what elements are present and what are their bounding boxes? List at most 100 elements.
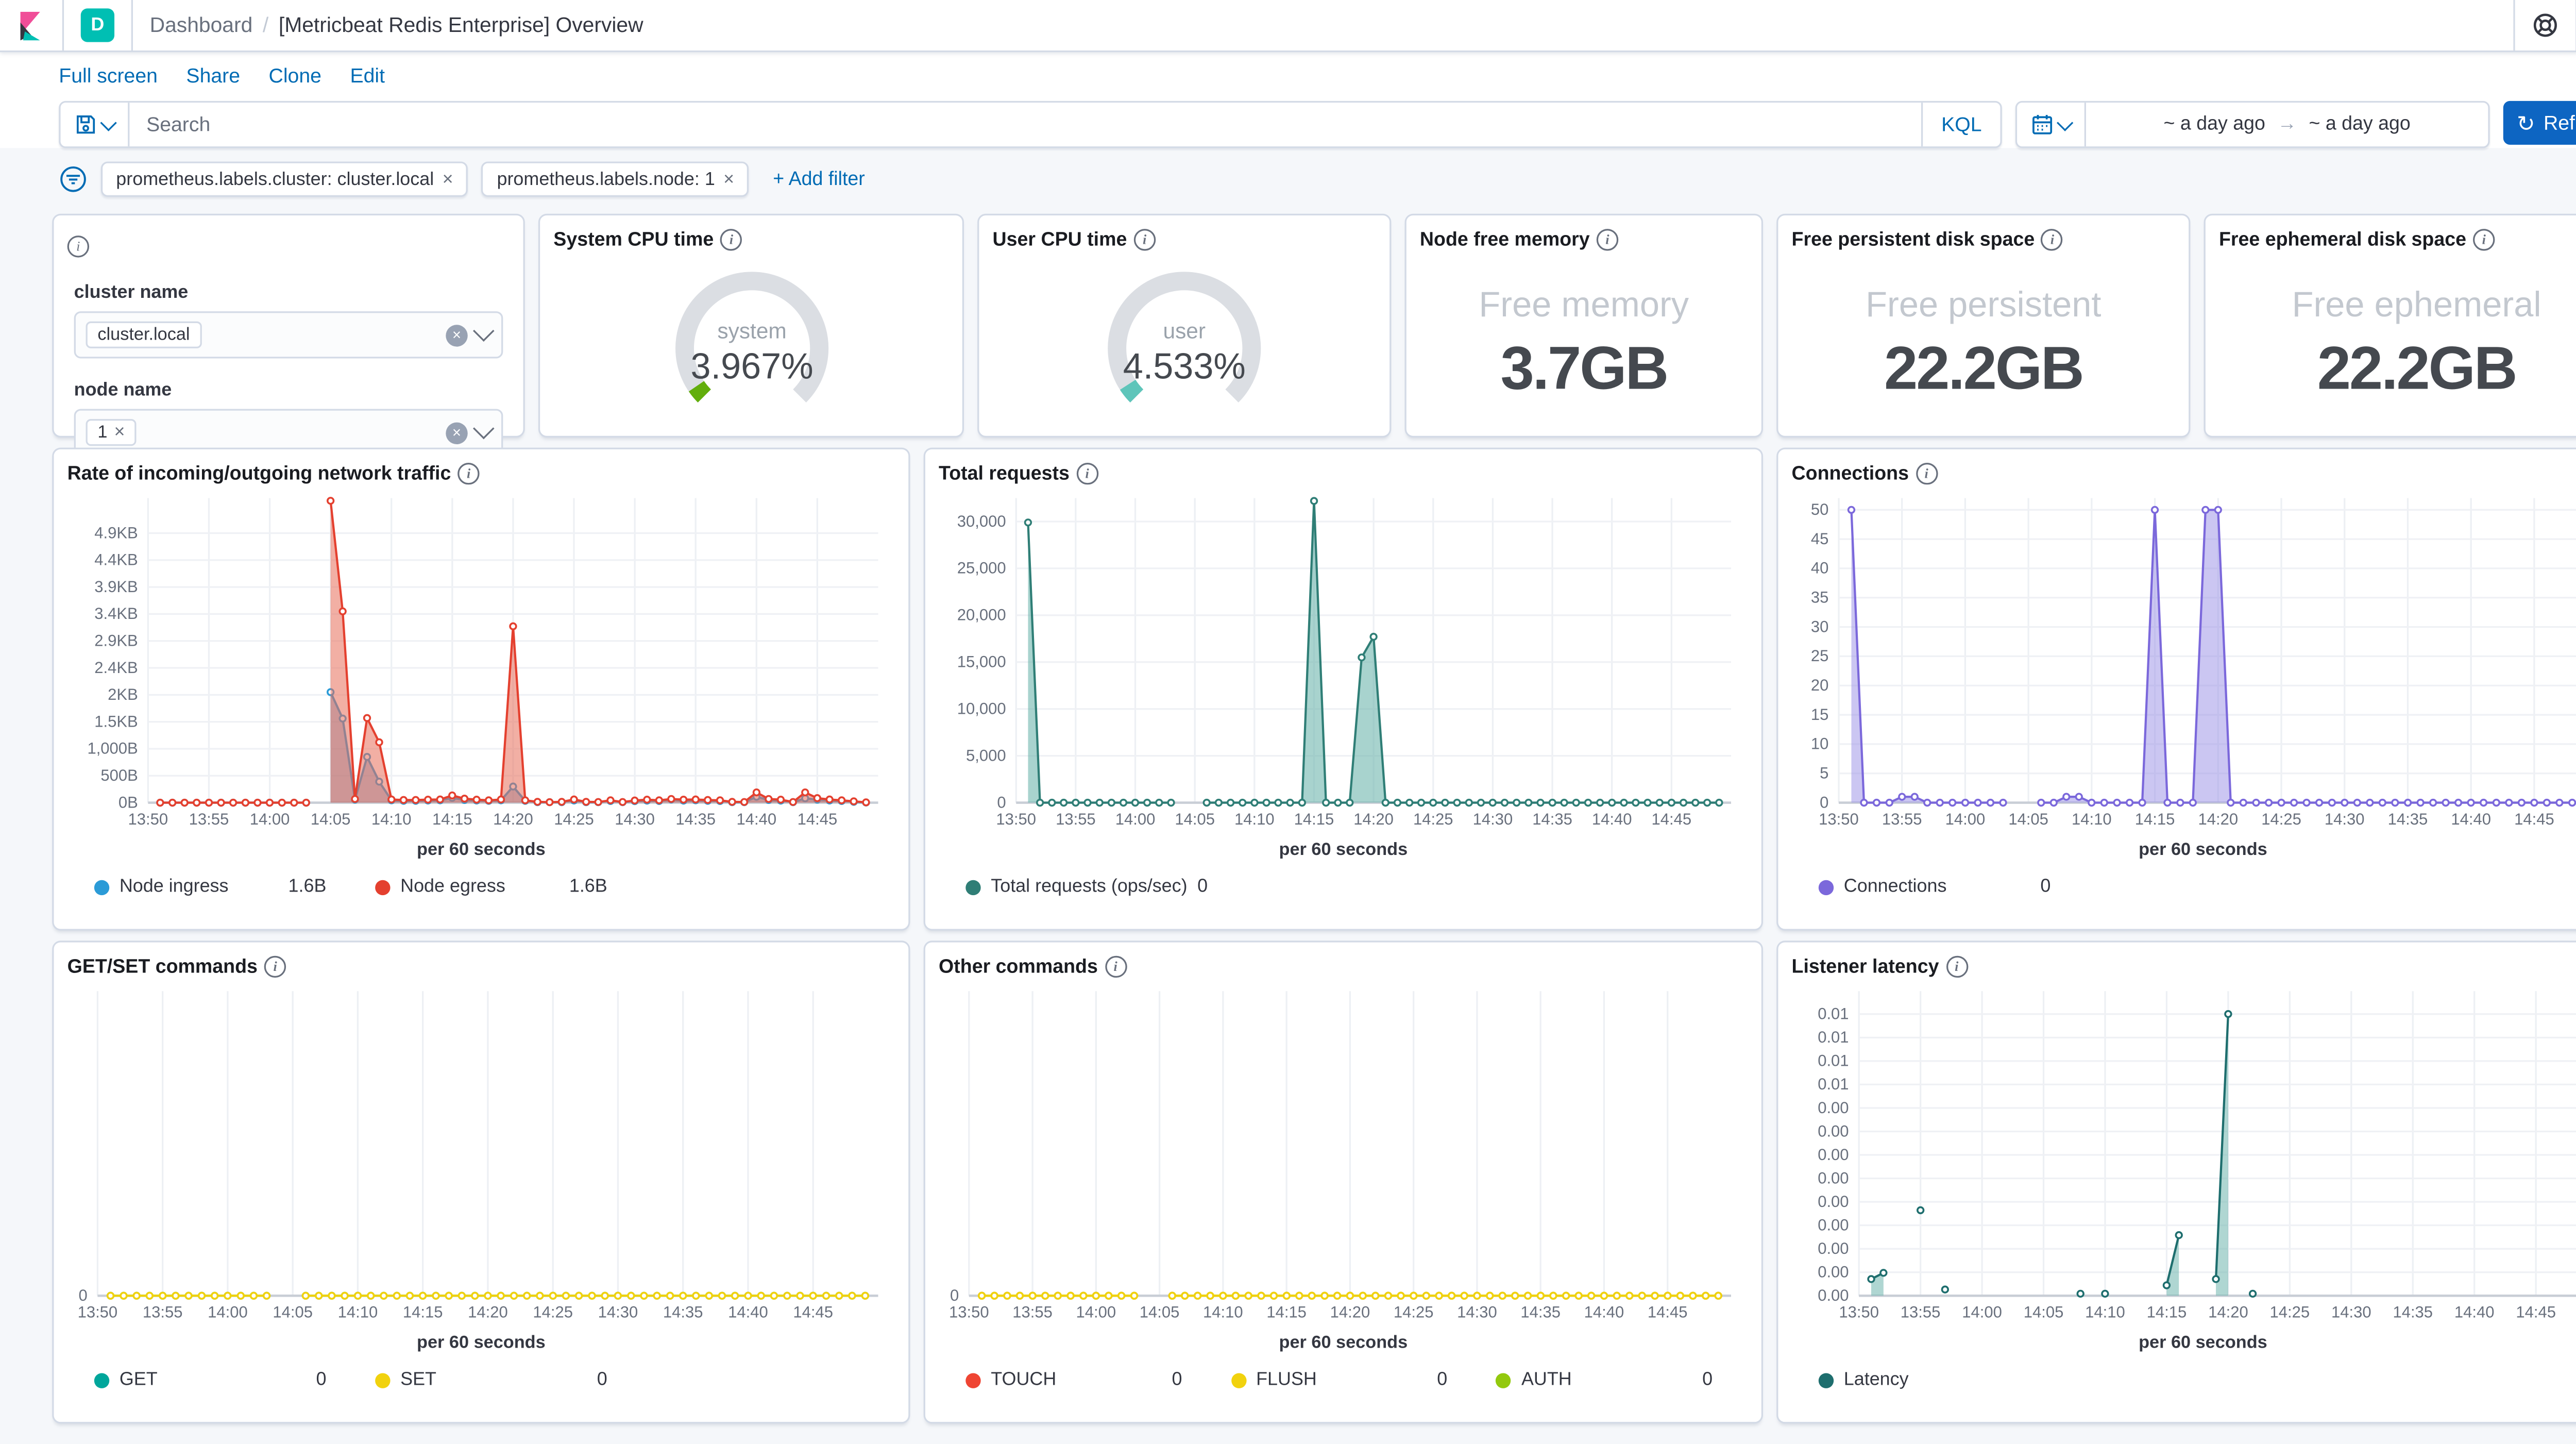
legend-item[interactable]: Node ingress1.6B xyxy=(94,877,327,897)
svg-text:0: 0 xyxy=(1820,793,1828,811)
svg-text:14:00: 14:00 xyxy=(250,810,290,828)
remove-option-icon[interactable]: × xyxy=(114,423,125,443)
svg-text:14:45: 14:45 xyxy=(798,810,838,828)
svg-text:14:00: 14:00 xyxy=(1945,810,1986,828)
legend-label: Latency xyxy=(1844,1370,1909,1390)
svg-text:5,000: 5,000 xyxy=(966,746,1006,764)
chart-legend: Connections0 xyxy=(1778,860,2576,897)
help-menu-button[interactable] xyxy=(2515,0,2576,51)
svg-text:14:45: 14:45 xyxy=(1652,810,1692,828)
svg-text:0.00: 0.00 xyxy=(1818,1099,1849,1117)
space-badge[interactable]: D xyxy=(81,8,114,42)
xaxis-label: per 60 seconds xyxy=(925,1333,1761,1353)
control-label: node name xyxy=(74,380,503,400)
xaxis-label: per 60 seconds xyxy=(54,839,908,860)
svg-text:2.4KB: 2.4KB xyxy=(94,659,138,677)
panel-info-icon[interactable]: i xyxy=(1076,463,1098,484)
menu-item-clone[interactable]: Clone xyxy=(269,64,321,88)
legend-item[interactable]: GET0 xyxy=(94,1370,327,1390)
legend-item[interactable]: Connections0 xyxy=(1819,877,2051,897)
legend-value: 1.6B xyxy=(289,877,327,897)
panel-info-icon[interactable]: i xyxy=(457,463,479,484)
svg-text:25,000: 25,000 xyxy=(957,559,1006,577)
panel-info-icon[interactable]: i xyxy=(720,229,742,250)
filter-pill-node[interactable]: prometheus.labels.node: 1 × xyxy=(482,161,749,197)
svg-text:1,000B: 1,000B xyxy=(87,740,138,758)
filter-pill-cluster[interactable]: prometheus.labels.cluster: cluster.local… xyxy=(101,161,468,197)
date-from[interactable]: ~ a day ago xyxy=(2164,114,2265,135)
menu-item-edit[interactable]: Edit xyxy=(350,64,385,88)
space-selector[interactable]: D xyxy=(64,0,131,51)
date-quick-menu-button[interactable] xyxy=(2017,103,2086,146)
svg-text:13:50: 13:50 xyxy=(128,810,168,828)
chevron-down-icon xyxy=(2057,114,2073,130)
get-set-commands-chart[interactable]: 13:5013:5514:0014:0514:1014:1514:2014:25… xyxy=(54,978,908,1331)
svg-text:2.9KB: 2.9KB xyxy=(94,632,138,650)
svg-text:14:05: 14:05 xyxy=(2008,810,2048,828)
legend-item[interactable]: Node egress1.6B xyxy=(375,877,607,897)
panel-listener-latency: Listener latencyi 13:5013:5514:0014:0514… xyxy=(1776,941,2576,1423)
legend-item[interactable]: SET0 xyxy=(375,1370,607,1390)
remove-filter-icon[interactable]: × xyxy=(723,169,734,189)
refresh-button[interactable]: ↻ Refresh xyxy=(2503,101,2576,145)
svg-text:14:15: 14:15 xyxy=(1294,810,1334,828)
add-filter-button[interactable]: + Add filter xyxy=(773,169,865,189)
panel-info-icon[interactable]: i xyxy=(1597,229,1618,250)
remove-filter-icon[interactable]: × xyxy=(443,169,453,189)
legend-item[interactable]: TOUCH0 xyxy=(965,1370,1182,1390)
connections-chart[interactable]: 13:5013:5514:0014:0514:1014:1514:2014:25… xyxy=(1778,484,2576,838)
svg-text:14:05: 14:05 xyxy=(273,1303,313,1321)
svg-text:4.4KB: 4.4KB xyxy=(94,551,138,569)
svg-text:0: 0 xyxy=(997,793,1006,811)
panel-title: User CPU time xyxy=(993,230,1127,250)
breadcrumb-dashboard-link[interactable]: Dashboard xyxy=(150,13,253,37)
legend-item[interactable]: Latency xyxy=(1819,1370,2051,1390)
panel-info-icon[interactable]: i xyxy=(2473,229,2495,250)
menu-item-full-screen[interactable]: Full screen xyxy=(59,64,158,88)
legend-dot-icon xyxy=(94,1372,109,1387)
legend-label: TOUCH xyxy=(991,1370,1056,1390)
panel-info-icon[interactable]: i xyxy=(2041,229,2063,250)
legend-value: 0 xyxy=(1437,1370,1447,1390)
network-traffic-chart[interactable]: 13:5013:5514:0014:0514:1014:1514:2014:25… xyxy=(54,484,908,838)
panel-info-icon[interactable]: i xyxy=(1946,956,1968,978)
legend-value: 0 xyxy=(1197,877,1208,897)
menu-item-share[interactable]: Share xyxy=(186,64,240,88)
svg-text:4.533%: 4.533% xyxy=(1123,346,1246,387)
total-requests-chart[interactable]: 13:5013:5514:0014:0514:1014:1514:2014:25… xyxy=(925,484,1761,838)
panel-info-icon[interactable]: i xyxy=(67,236,89,257)
legend-item[interactable]: Total requests (ops/sec)0 xyxy=(965,877,1198,897)
legend-item[interactable]: FLUSH0 xyxy=(1231,1370,1447,1390)
panel-info-icon[interactable]: i xyxy=(1133,229,1155,250)
panel-info-icon[interactable]: i xyxy=(264,956,286,978)
legend-label: GET xyxy=(120,1370,158,1390)
date-range[interactable]: ~ a day ago → ~ a day ago xyxy=(2086,114,2488,135)
search-input[interactable]: Search xyxy=(129,113,1921,137)
listener-latency-chart[interactable]: 13:5013:5514:0014:0514:1014:1514:2014:25… xyxy=(1778,978,2576,1331)
svg-text:30,000: 30,000 xyxy=(957,512,1006,530)
other-commands-chart[interactable]: 13:5013:5514:0014:0514:1014:1514:2014:25… xyxy=(925,978,1761,1331)
svg-text:14:00: 14:00 xyxy=(208,1303,248,1321)
legend-label: AUTH xyxy=(1521,1370,1572,1390)
date-to[interactable]: ~ a day ago xyxy=(2309,114,2410,135)
kibana-logo[interactable] xyxy=(0,0,62,51)
save-icon xyxy=(74,113,98,137)
panel-info-icon[interactable]: i xyxy=(1916,463,1937,484)
legend-item[interactable]: AUTH0 xyxy=(1496,1370,1713,1390)
clear-selection-icon[interactable]: × xyxy=(446,422,467,443)
cluster-name-select[interactable]: cluster.local × xyxy=(74,311,503,358)
panel-info-icon[interactable]: i xyxy=(1105,956,1126,978)
svg-text:1.5KB: 1.5KB xyxy=(94,712,138,730)
kql-switch-button[interactable]: KQL xyxy=(1921,103,2001,146)
svg-text:45: 45 xyxy=(1811,530,1829,548)
svg-text:14:00: 14:00 xyxy=(1962,1303,2002,1321)
svg-text:14:30: 14:30 xyxy=(2325,810,2365,828)
date-picker: ~ a day ago → ~ a day ago xyxy=(2015,101,2490,148)
svg-text:0.00: 0.00 xyxy=(1818,1286,1849,1304)
panel-title: Free persistent disk space xyxy=(1792,230,2035,250)
filter-options-icon[interactable] xyxy=(59,165,88,194)
svg-text:14:20: 14:20 xyxy=(468,1303,508,1321)
svg-text:14:40: 14:40 xyxy=(2454,1303,2495,1321)
clear-selection-icon[interactable]: × xyxy=(446,324,467,346)
saved-query-menu-button[interactable] xyxy=(61,103,130,146)
